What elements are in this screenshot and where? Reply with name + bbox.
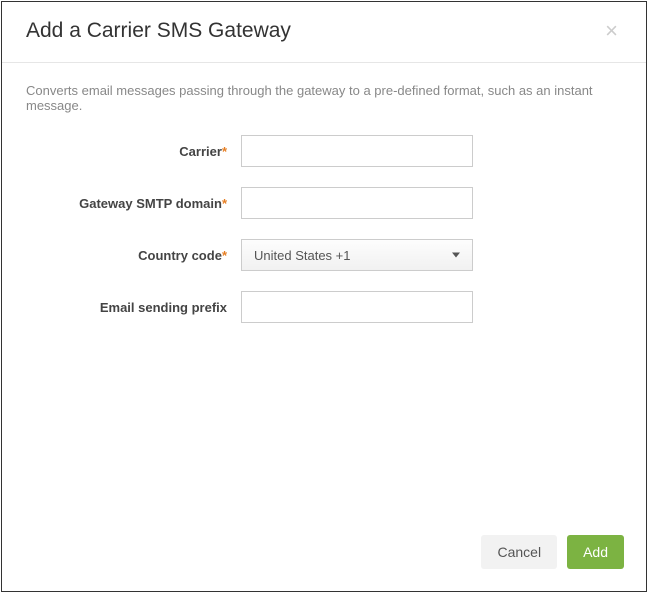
- close-icon[interactable]: ×: [601, 18, 622, 44]
- dialog-header: Add a Carrier SMS Gateway ×: [2, 2, 646, 63]
- smtp-domain-row: Gateway SMTP domain*: [26, 187, 622, 219]
- required-marker: *: [222, 144, 227, 159]
- dialog-body: Converts email messages passing through …: [2, 63, 646, 521]
- dialog-footer: Cancel Add: [2, 521, 646, 591]
- country-code-row: Country code* United States +1: [26, 239, 622, 271]
- carrier-row: Carrier*: [26, 135, 622, 167]
- chevron-down-icon: [452, 253, 460, 258]
- email-prefix-input[interactable]: [241, 291, 473, 323]
- country-code-label: Country code*: [26, 248, 241, 263]
- required-marker: *: [222, 248, 227, 263]
- email-prefix-label: Email sending prefix: [26, 300, 241, 315]
- country-code-selected: United States +1: [254, 248, 350, 263]
- cancel-button[interactable]: Cancel: [481, 535, 557, 569]
- email-prefix-row: Email sending prefix: [26, 291, 622, 323]
- required-marker: *: [222, 196, 227, 211]
- smtp-domain-input[interactable]: [241, 187, 473, 219]
- carrier-label: Carrier*: [26, 144, 241, 159]
- dialog-description: Converts email messages passing through …: [26, 83, 622, 113]
- carrier-input[interactable]: [241, 135, 473, 167]
- smtp-domain-label: Gateway SMTP domain*: [26, 196, 241, 211]
- carrier-sms-gateway-dialog: Add a Carrier SMS Gateway × Converts ema…: [1, 1, 647, 592]
- add-button[interactable]: Add: [567, 535, 624, 569]
- country-code-select[interactable]: United States +1: [241, 239, 473, 271]
- dialog-title: Add a Carrier SMS Gateway: [26, 19, 291, 43]
